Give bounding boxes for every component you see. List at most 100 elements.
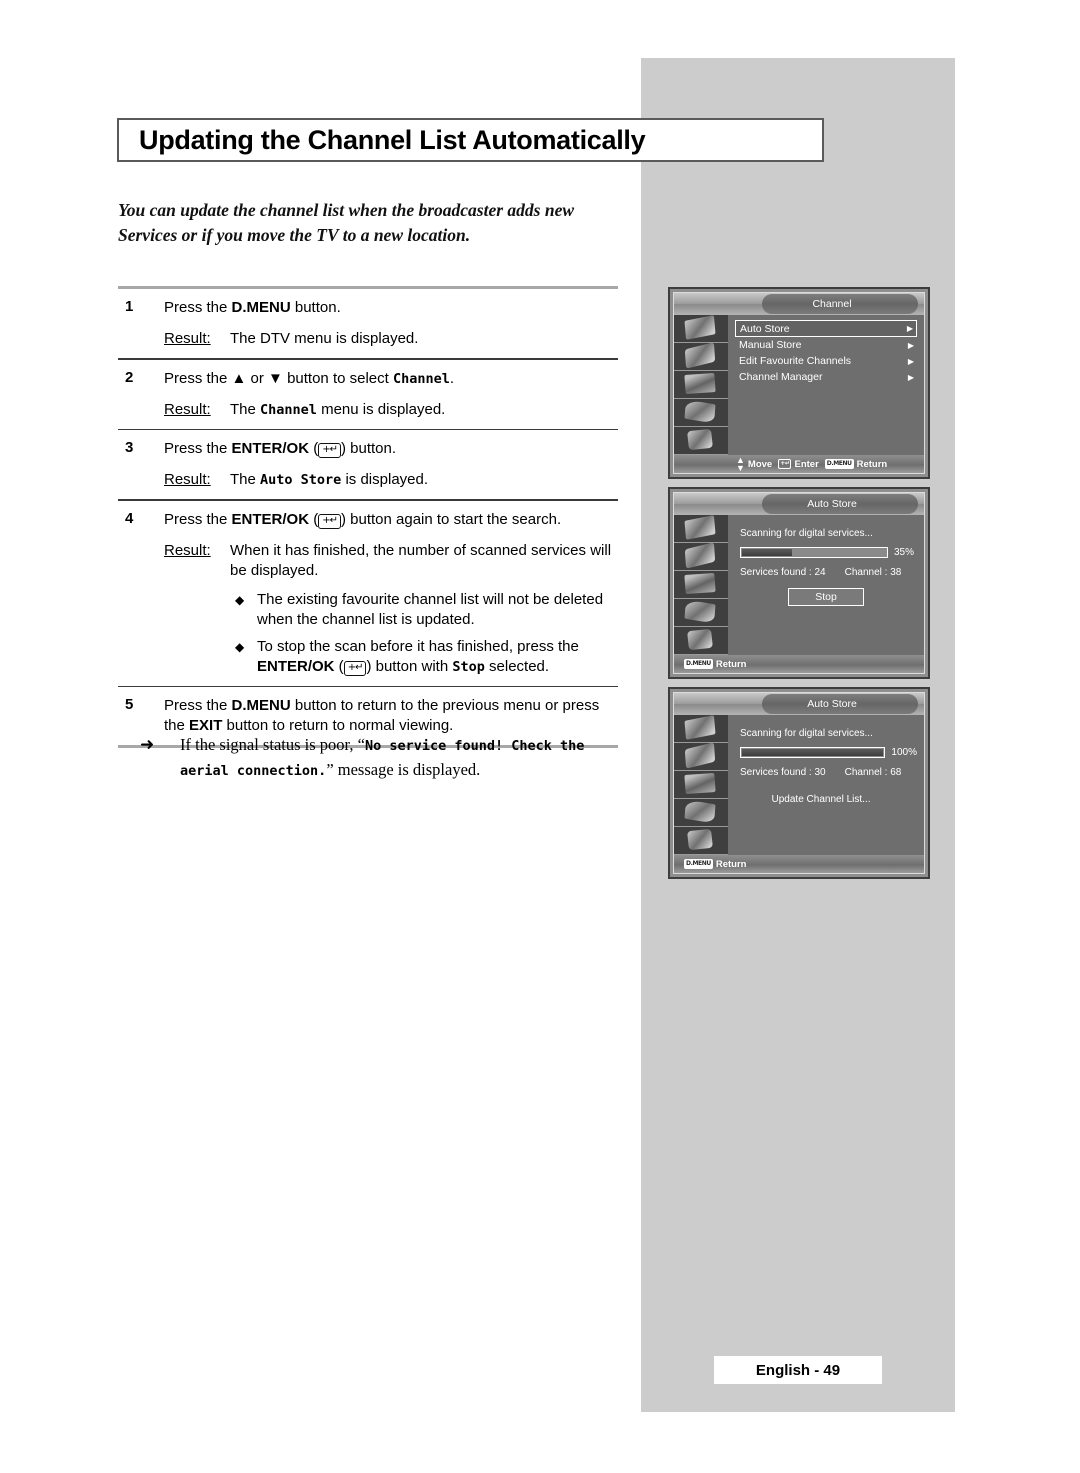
step-1-instruction-pre: Press the [164, 299, 232, 316]
osd-menu-item-channel-manager-label: Channel Manager [739, 371, 823, 383]
step-4-bullet-2-text: To stop the scan before it has finished,… [257, 637, 579, 676]
osd-menu-item-edit-favourite-channels-label: Edit Favourite Channels [739, 355, 852, 367]
step-4-bullet-2-post: selected. [484, 657, 550, 675]
osd-2-services-found: Services found : 24 [740, 567, 826, 578]
osd-icon-picture [674, 515, 728, 543]
osd-1-statusbar: ▲ ▼ Move +↵ Enter D.MENU Return [674, 455, 924, 473]
osd-2-title: Auto Store [762, 494, 918, 514]
osd-icon-picture [674, 715, 728, 743]
osd-2-status-return-label: Return [715, 658, 747, 670]
osd-1-status-move: ▲ ▼ Move [736, 455, 773, 473]
osd-3-progress-row: 100% [740, 747, 917, 758]
step-5-instruction-pre: Press the [164, 697, 232, 714]
osd-3-status-return-label: Return [715, 858, 747, 870]
step-4-bullet-2-pre: To stop the scan before it has finished,… [257, 637, 579, 655]
step-3-instruction-post: button. [345, 440, 397, 457]
osd-menu-item-auto-store[interactable]: Auto Store ▶ [735, 320, 917, 337]
step-2-instruction-post: button to select [282, 369, 393, 387]
note-post: ” message is displayed. [326, 760, 481, 779]
arrow-bullet-icon: ➜ [140, 735, 155, 755]
osd-1-status-enter-label: Enter [794, 458, 819, 470]
step-3-result-mono: Auto Store [260, 472, 342, 488]
osd-2-found-row: Services found : 24 Channel : 38 [740, 567, 917, 578]
osd-icon-setup [674, 799, 728, 827]
step-2: 2 Press the ▲ or ▼ button to select Chan… [118, 360, 618, 429]
intro-paragraph: You can update the channel list when the… [118, 198, 638, 248]
osd-1-content: Auto Store ▶ Manual Store ▶ Edit Favouri… [728, 315, 924, 455]
step-2-result-label: Result: [164, 400, 211, 418]
osd-3-progress-fill [742, 749, 884, 756]
step-4-instruction-post: button again to start the search. [345, 510, 562, 528]
osd-1-status-enter: +↵ Enter [778, 459, 819, 470]
osd-icon-channel [674, 771, 728, 799]
page-title: Updating the Channel List Automatically [139, 124, 646, 155]
step-4-bullet-2-key: ENTER/OK [257, 657, 335, 675]
chevron-right-icon: ▶ [907, 341, 914, 350]
osd-1-status-move-label: Move [747, 458, 773, 470]
dmenu-key-icon: D.MENU [684, 859, 713, 869]
step-2-instruction: Press the ▲ or ▼ button to select Channe… [164, 369, 618, 389]
step-3-key: ENTER/OK [231, 440, 310, 457]
osd-icon-input [674, 827, 728, 855]
osd-auto-store-scanning: Auto Store Scanning for digital services… [668, 487, 930, 679]
step-3-result-label: Result: [164, 471, 211, 488]
step-5-instruction-post: button to return to normal viewing. [222, 717, 454, 734]
step-5-key-1: D.MENU [231, 697, 291, 714]
osd-3-scan-text: Scanning for digital services... [740, 728, 873, 739]
osd-2-stop-button[interactable]: Stop [788, 588, 864, 606]
step-3-result: Result: The Auto Store is displayed. [164, 470, 618, 490]
step-4-instruction-pre: Press the [164, 510, 232, 528]
step-1-result-text: The DTV menu is displayed. [230, 330, 419, 347]
osd-1-icon-column [674, 315, 728, 455]
enter-key-icon: +↵ [778, 459, 792, 469]
osd-2-channel: Channel : 38 [844, 567, 902, 578]
osd-menu-item-auto-store-label: Auto Store [740, 322, 790, 335]
chevron-right-icon: ▶ [907, 373, 914, 382]
osd-2-progress-bar [740, 547, 888, 558]
osd-icon-input [674, 627, 728, 655]
updown-arrow-icon: ▲ or ▼ [231, 369, 283, 387]
step-1-result: Result: The DTV menu is displayed. [164, 329, 618, 349]
step-3: 3 Press the ENTER/OK (+↵) button. Result… [118, 430, 618, 499]
step-2-mono: Channel [392, 370, 450, 387]
osd-icon-input [674, 427, 728, 455]
osd-channel-menu: Channel Auto Store ▶ Manual Store ▶ Edit… [668, 287, 930, 479]
step-4-key: ENTER/OK [231, 510, 310, 528]
step-4-bullets: ◆ The existing favourite channel list wi… [230, 590, 618, 677]
osd-menu-item-edit-favourite-channels[interactable]: Edit Favourite Channels ▶ [735, 354, 917, 369]
enter-key-icon: +↵ [343, 660, 367, 676]
step-4-bullet-1: ◆ The existing favourite channel list wi… [230, 590, 618, 630]
osd-1-status-return-label: Return [856, 458, 888, 470]
step-4-result-label: Result: [164, 541, 211, 559]
osd-icon-sound [674, 743, 728, 771]
page-title-box: Updating the Channel List Automatically [117, 118, 824, 162]
osd-2-titlebar: Auto Store [674, 493, 924, 515]
footer-page-box: English - 49 [714, 1356, 882, 1384]
osd-2-progress-percent: 35% [894, 547, 915, 558]
diamond-bullet-icon: ◆ [235, 592, 245, 607]
osd-icon-setup [674, 399, 728, 427]
osd-3-update-text: Update Channel List... [771, 794, 871, 805]
osd-icon-sound [674, 543, 728, 571]
step-4-number: 4 [125, 509, 134, 527]
enter-key-icon: +↵ [318, 443, 341, 458]
step-1-key: D.MENU [231, 299, 291, 316]
note-block: ➜ If the signal status is poor, “No serv… [118, 733, 618, 783]
osd-3-icon-column [674, 715, 728, 855]
osd-icon-channel [674, 571, 728, 599]
intro-line-1: You can update the channel list when the… [118, 200, 575, 220]
osd-menu-item-channel-manager[interactable]: Channel Manager ▶ [735, 370, 917, 385]
step-2-number: 2 [125, 368, 134, 386]
up-down-arrows-icon: ▲ ▼ [736, 455, 745, 473]
step-3-number: 3 [125, 439, 134, 456]
step-4-bullet-2: ◆ To stop the scan before it has finishe… [230, 637, 618, 677]
step-2-result-text: The Channel menu is displayed. [230, 400, 618, 420]
osd-3-channel: Channel : 68 [844, 767, 902, 778]
osd-1-title: Channel [762, 294, 918, 314]
osd-3-content: Scanning for digital services... 100% Se… [728, 715, 924, 855]
osd-menu-item-manual-store[interactable]: Manual Store ▶ [735, 338, 917, 353]
osd-2-status-return: D.MENU Return [684, 659, 746, 670]
footer-page-label: English - 49 [755, 1361, 841, 1379]
step-2-instruction-pre: Press the [164, 369, 232, 387]
step-4: 4 Press the ENTER/OK (+↵) button again t… [118, 501, 618, 686]
